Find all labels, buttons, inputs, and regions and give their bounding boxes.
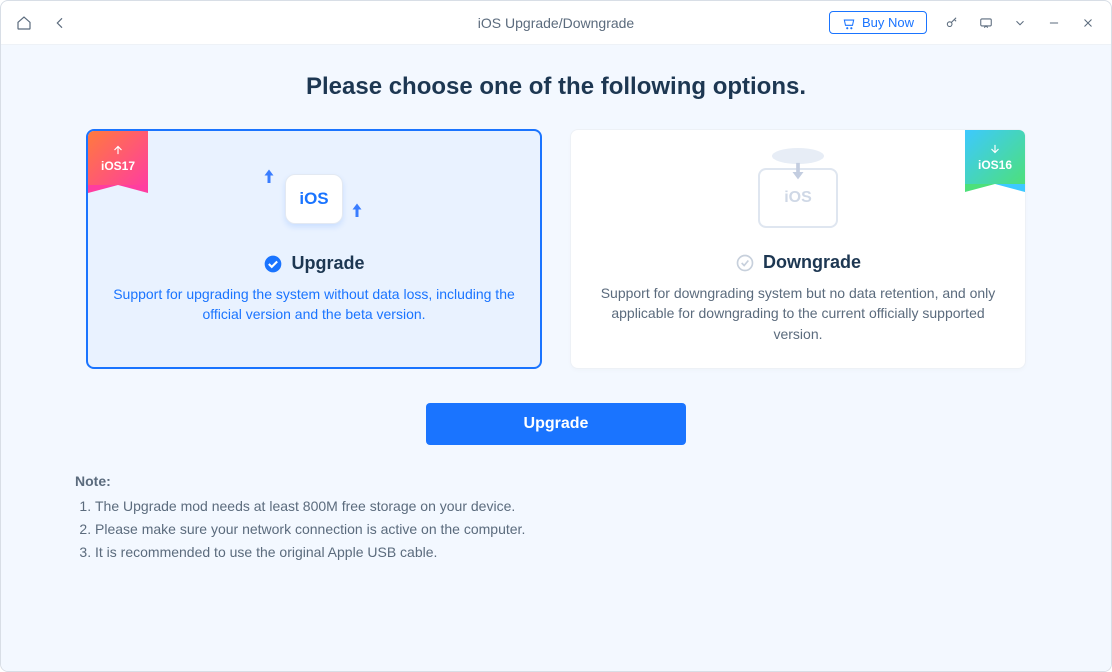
- upgrade-illustration: iOS: [112, 151, 516, 247]
- titlebar: iOS Upgrade/Downgrade Buy Now: [1, 1, 1111, 45]
- chevron-down-icon[interactable]: [1011, 14, 1029, 32]
- upgrade-title: Upgrade: [291, 253, 364, 274]
- back-icon[interactable]: [51, 14, 69, 32]
- feedback-icon[interactable]: [977, 14, 995, 32]
- upgrade-title-line: Upgrade: [112, 253, 516, 274]
- buy-now-button[interactable]: Buy Now: [829, 11, 927, 34]
- downgrade-title-line: Downgrade: [595, 252, 1001, 273]
- notes-list: The Upgrade mod needs at least 800M free…: [75, 495, 1037, 564]
- check-circle-icon: [263, 254, 283, 274]
- downgrade-ribbon: iOS16: [965, 130, 1025, 184]
- downgrade-illustration: iOS: [595, 150, 1001, 246]
- content-area: Please choose one of the following optio…: [1, 45, 1111, 671]
- upgrade-card[interactable]: iOS17 iOS Upgrade Supp: [86, 129, 542, 369]
- window-title: iOS Upgrade/Downgrade: [478, 15, 634, 31]
- app-window: iOS Upgrade/Downgrade Buy Now: [0, 0, 1112, 672]
- ios-badge: iOS: [285, 174, 343, 224]
- page-heading: Please choose one of the following optio…: [75, 73, 1037, 101]
- arrow-up-icon: [260, 166, 278, 193]
- ios-box: iOS: [758, 168, 838, 228]
- titlebar-right: Buy Now: [829, 11, 1097, 34]
- arrow-up-icon: [348, 200, 366, 227]
- notes-section: Note: The Upgrade mod needs at least 800…: [75, 473, 1037, 564]
- upgrade-description: Support for upgrading the system without…: [112, 284, 516, 325]
- option-cards: iOS17 iOS Upgrade Supp: [75, 129, 1037, 369]
- home-icon[interactable]: [15, 14, 33, 32]
- downgrade-card[interactable]: iOS16 iOS Downgrade: [570, 129, 1026, 369]
- primary-action-button[interactable]: Upgrade: [426, 403, 686, 445]
- note-item: It is recommended to use the original Ap…: [95, 541, 1037, 564]
- buy-now-label: Buy Now: [862, 15, 914, 30]
- check-circle-icon: [735, 253, 755, 273]
- downgrade-title: Downgrade: [763, 252, 861, 273]
- close-icon[interactable]: [1079, 14, 1097, 32]
- titlebar-left: [15, 14, 69, 32]
- notes-title: Note:: [75, 473, 1037, 489]
- minimize-icon[interactable]: [1045, 14, 1063, 32]
- note-item: The Upgrade mod needs at least 800M free…: [95, 495, 1037, 518]
- downgrade-description: Support for downgrading system but no da…: [595, 283, 1001, 344]
- arrow-down-icon: [787, 160, 809, 189]
- ios-box-label: iOS: [784, 189, 812, 207]
- downgrade-ribbon-label: iOS16: [978, 158, 1012, 172]
- key-icon[interactable]: [943, 14, 961, 32]
- note-item: Please make sure your network connection…: [95, 518, 1037, 541]
